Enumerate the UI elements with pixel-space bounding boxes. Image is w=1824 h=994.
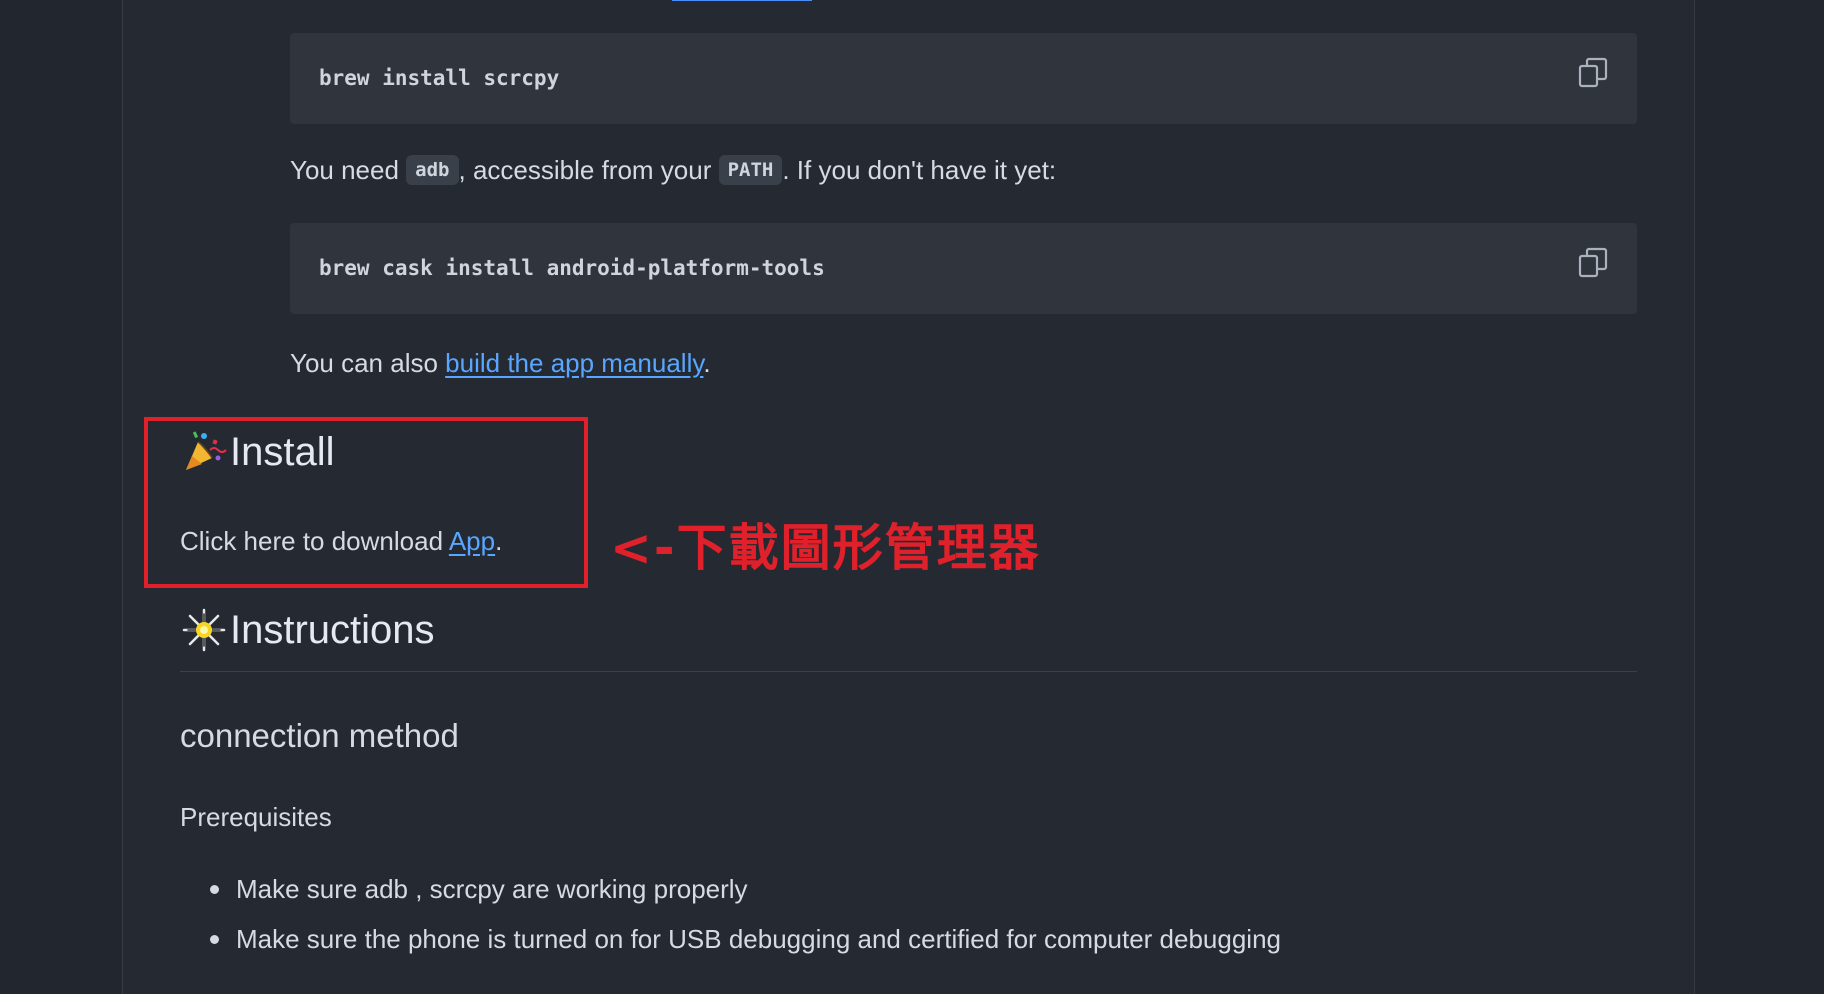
prerequisites-list: Make sure adb , scrcpy are working prope…	[180, 864, 1281, 964]
text-segment: Click here to download	[180, 526, 449, 556]
heading-text: Install	[230, 429, 335, 474]
text-segment: .	[495, 526, 503, 556]
download-app-text: Click here to download App.	[180, 526, 502, 557]
text-segment: . If you don't have it yet:	[782, 155, 1057, 185]
connection-method-heading: connection method	[180, 717, 459, 754]
instructions-heading: Instructions	[180, 606, 435, 654]
heading-text: Instructions	[230, 607, 435, 652]
inline-code-adb: adb	[406, 155, 459, 186]
inline-code-path: PATH	[718, 155, 783, 186]
copy-icon[interactable]	[1577, 57, 1609, 89]
page: brew install scrcpy You need adb, access…	[0, 0, 1824, 994]
partial-link-underline[interactable]	[672, 0, 812, 1]
code-block-android-platform-tools: brew cask install android-platform-tools	[290, 223, 1637, 314]
text-segment: .	[703, 348, 711, 378]
install-heading: Install	[180, 428, 335, 476]
download-app-link[interactable]: App	[449, 526, 495, 556]
code-block-brew-install: brew install scrcpy	[290, 33, 1637, 124]
heading-divider	[180, 671, 1637, 672]
adb-requirement-text: You need adb, accessible from your PATH.…	[290, 155, 1056, 187]
list-item: Make sure adb , scrcpy are working prope…	[180, 864, 1281, 914]
text-segment: , accessible from your	[458, 155, 719, 185]
text-segment: You need	[290, 155, 407, 185]
sparkler-icon	[180, 606, 228, 654]
prerequisites-heading: Prerequisites	[180, 802, 332, 832]
party-popper-icon	[180, 428, 228, 476]
code-command: brew cask install android-platform-tools	[319, 256, 825, 280]
copy-icon[interactable]	[1577, 247, 1609, 279]
build-manually-link[interactable]: build the app manually	[445, 348, 703, 378]
code-command: brew install scrcpy	[319, 66, 560, 90]
text-segment: You can also	[290, 348, 446, 378]
build-manually-text: You can also build the app manually.	[290, 348, 711, 379]
annotation-label: <-下載圖形管理器	[610, 519, 1041, 577]
list-item: Make sure the phone is turned on for USB…	[180, 914, 1281, 964]
